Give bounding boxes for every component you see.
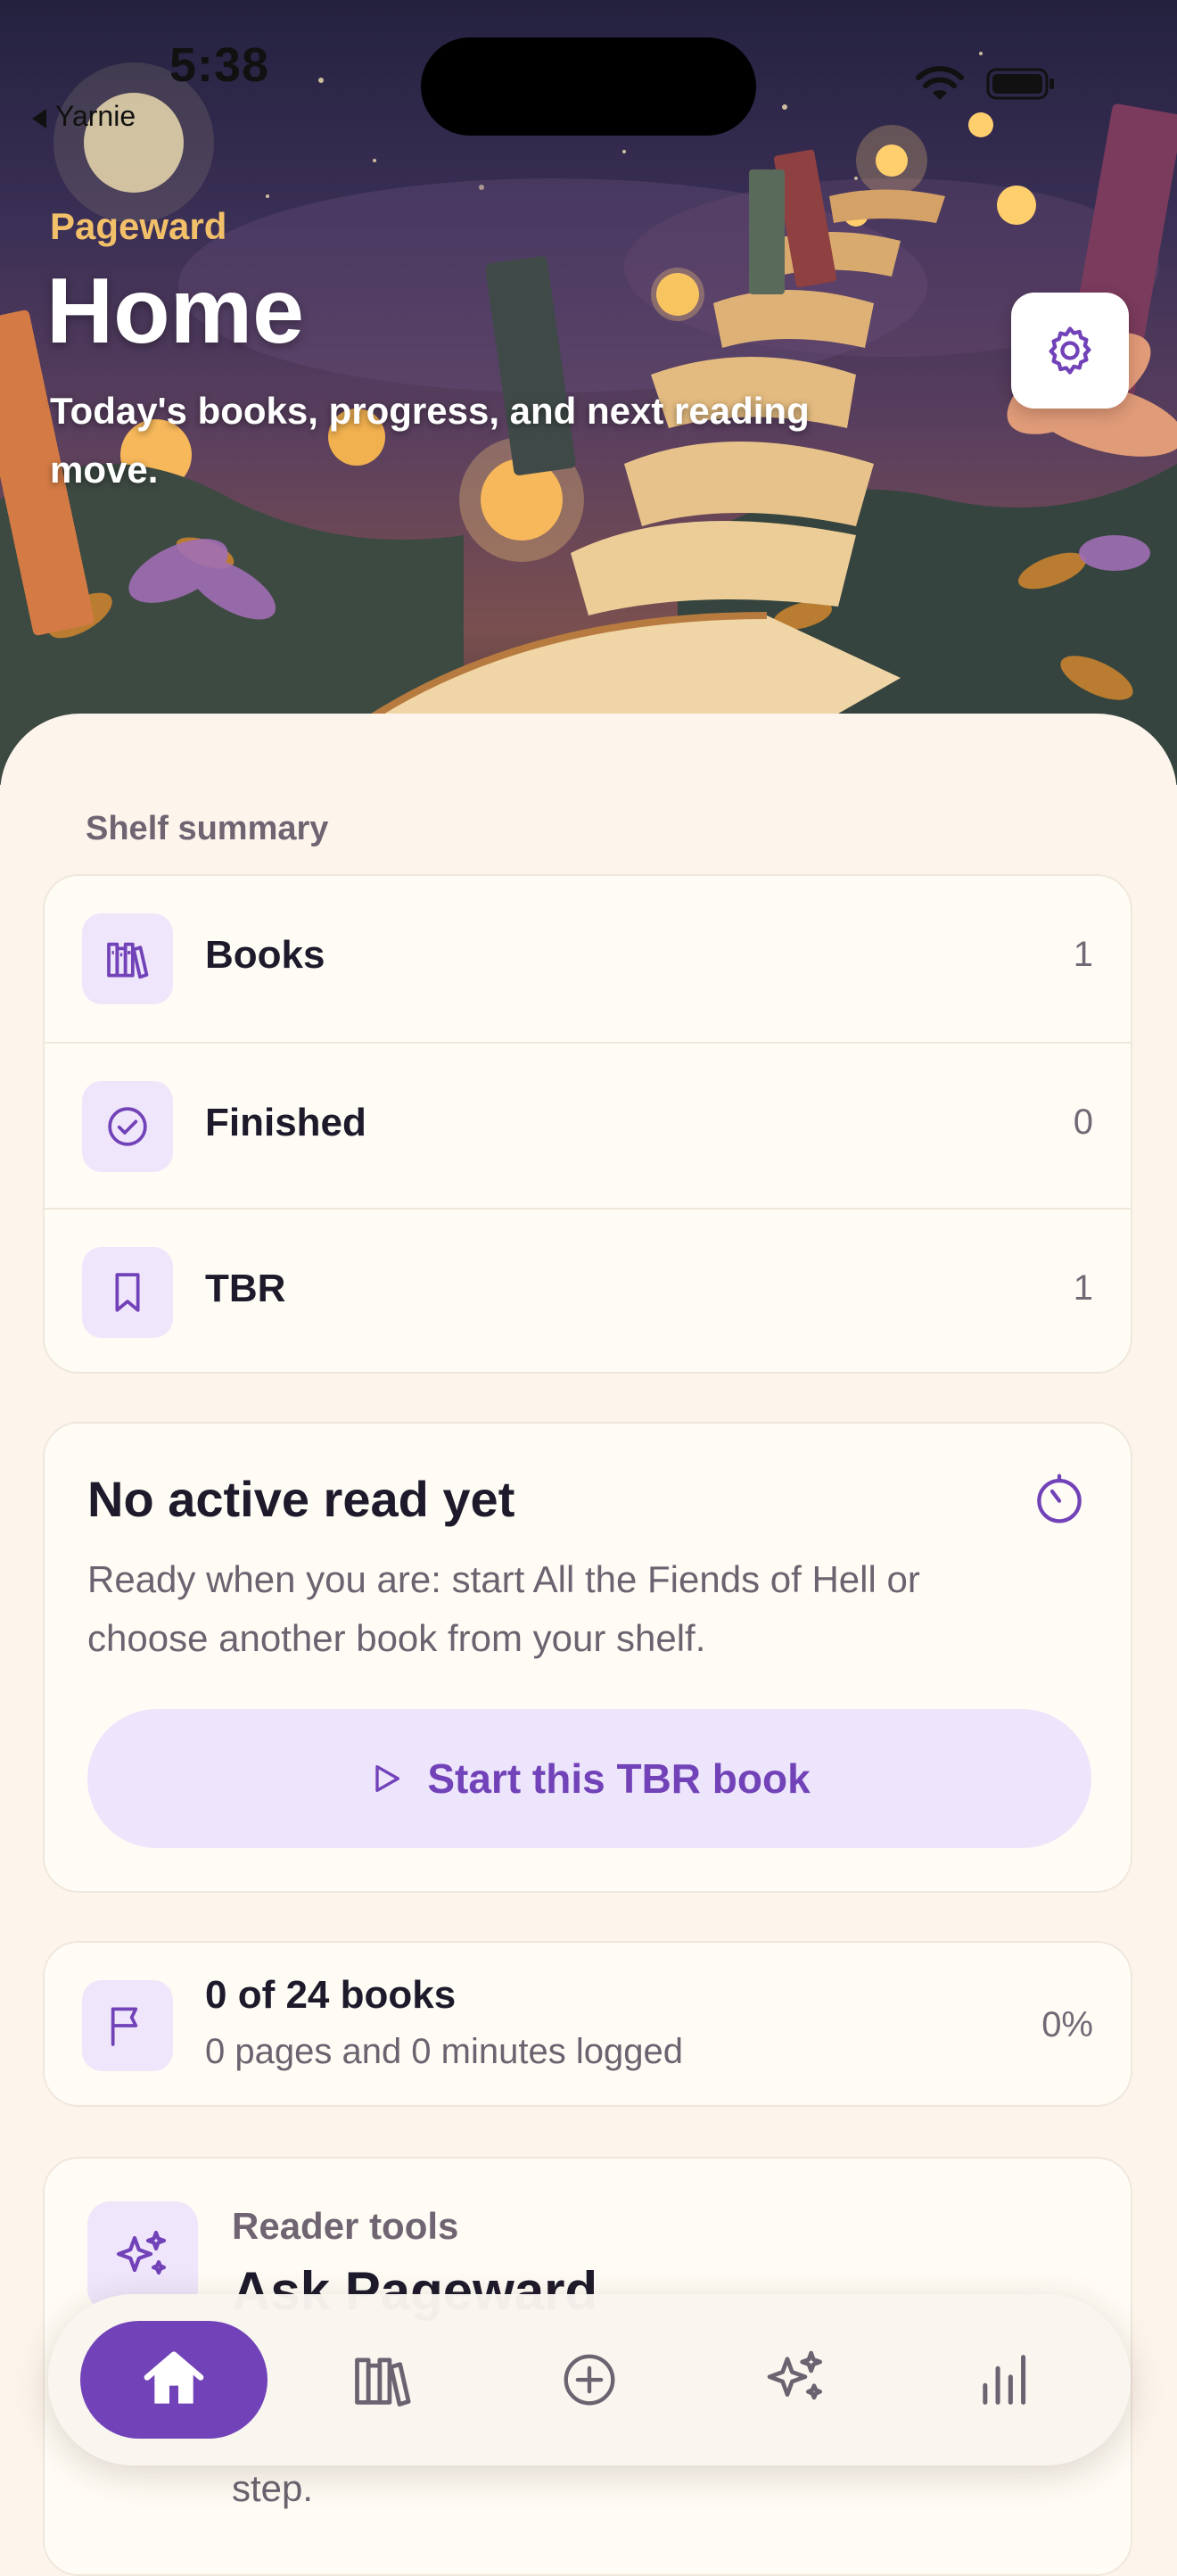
summary-row-finished[interactable]: Finished 0 [45, 1042, 1131, 1210]
tab-stats[interactable] [911, 2321, 1099, 2439]
icon-tile [82, 1081, 173, 1172]
flag-icon [111, 2007, 138, 2046]
goal-percent: 0% [1041, 2005, 1093, 2044]
tab-home[interactable] [80, 2321, 268, 2439]
icon-tile [82, 1247, 173, 1338]
back-arrow-icon [32, 108, 46, 128]
sparkles-icon [116, 2230, 167, 2275]
goal-subtitle: 0 pages and 0 minutes logged [205, 2032, 683, 2071]
gear-icon [1049, 326, 1091, 375]
summary-label: TBR [205, 1267, 286, 1310]
icon-tile [82, 913, 173, 1004]
tab-add[interactable] [496, 2321, 683, 2439]
summary-count: 1 [1073, 1268, 1093, 1308]
bookshelf-icon [107, 942, 149, 979]
active-read-title: No active read yet [87, 1471, 515, 1527]
reader-tools-description: step. [232, 2467, 314, 2509]
reading-goal-card[interactable]: 0 of 24 books 0 pages and 0 minutes logg… [43, 1941, 1132, 2107]
check-circle-icon [108, 1107, 147, 1146]
status-icons [916, 66, 1054, 100]
page-title: Home [46, 260, 304, 363]
summary-row-books[interactable]: Books 1 [45, 876, 1131, 1042]
start-button-label: Start this TBR book [427, 1755, 811, 1802]
page-subtitle: Today's books, progress, and next readin… [50, 390, 810, 491]
goal-title: 0 of 24 books [205, 1973, 457, 2017]
back-app-label: Yarnie [55, 100, 136, 132]
hero-illustration: 5:38 Yarnie Pageward Home Today's books,… [0, 0, 1177, 785]
home-icon [144, 2351, 204, 2404]
start-tbr-book-button[interactable]: Start this TBR book [87, 1709, 1091, 1848]
bookmark-icon [115, 1273, 140, 1312]
play-icon [375, 1765, 400, 1792]
shelf-summary-card: Books 1 Finished 0 TBR 1 [43, 874, 1132, 1374]
summary-count: 1 [1073, 935, 1093, 974]
back-to-app-link[interactable]: Yarnie [32, 100, 136, 133]
summary-count: 0 [1073, 1102, 1093, 1142]
tab-bar [48, 2294, 1131, 2465]
dynamic-island [421, 37, 756, 136]
library-icon [355, 2357, 411, 2407]
shelf-summary-label: Shelf summary [86, 810, 329, 847]
tab-ask[interactable] [703, 2321, 890, 2439]
icon-tile [82, 1980, 173, 2071]
summary-label: Books [205, 933, 325, 977]
wifi-icon [916, 66, 964, 100]
settings-button[interactable] [1011, 293, 1129, 409]
stats-icon [983, 2355, 1026, 2405]
timer-icon [1037, 1474, 1082, 1523]
tab-library[interactable] [289, 2321, 476, 2439]
status-time: 5:38 [169, 38, 270, 92]
summary-label: Finished [205, 1101, 366, 1144]
battery-icon [986, 68, 1054, 100]
app-brand: Pageward [50, 205, 227, 247]
active-read-description: Ready when you are: start All the Fiends… [87, 1558, 920, 1659]
add-icon [564, 2354, 615, 2406]
summary-row-tbr[interactable]: TBR 1 [45, 1208, 1131, 1375]
active-read-card: No active read yet Ready when you are: s… [43, 1422, 1132, 1893]
reader-tools-kicker: Reader tools [232, 2205, 459, 2247]
sparkles-icon [767, 2350, 822, 2400]
